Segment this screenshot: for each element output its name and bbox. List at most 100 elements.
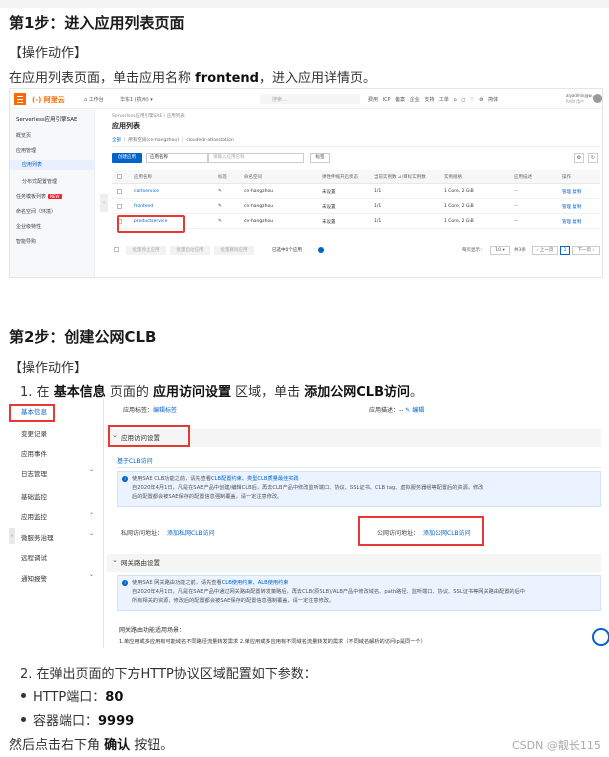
bullet-icon xyxy=(21,717,26,722)
clb-constraints-link[interactable]: CLB配置约束、类型CLB质量最佳实践 xyxy=(211,476,299,482)
scope-filter: 全部 ｜ 所有空间(cn-hangzhou) ｜ cloudedr-atlass… xyxy=(112,137,600,147)
info-icon: i xyxy=(122,476,128,482)
total-count: 共3条 xyxy=(514,248,526,253)
page-number-button[interactable]: 1 xyxy=(560,246,570,255)
add-private-clb-link[interactable]: 添加私网CLB访问 xyxy=(167,530,215,537)
desc-value: -- xyxy=(514,219,518,224)
row-actions[interactable]: 管理 复制 xyxy=(562,219,581,225)
console-topbar: (-) 阿里云 ⌂ 工作台 华东1 (杭州) ▾ 搜索... 费用 ICP 备案… xyxy=(10,89,602,109)
tag-icon[interactable]: ✎ xyxy=(218,189,222,194)
scope-all-link[interactable]: 全部 xyxy=(112,138,121,143)
footer-checkbox[interactable] xyxy=(114,247,119,252)
console-sidebar: Serverless应用引擎SAE 概览页 应用管理 应用列表 分布式配置管理 … xyxy=(10,110,95,277)
notice-line3: 后的配置都会被SAE保存的配置信息强制覆盖，请一定注意修改。 xyxy=(132,494,283,500)
col-desc: 应用描述 xyxy=(514,175,532,180)
floating-help-icon[interactable] xyxy=(592,628,609,646)
batch-start-button[interactable]: 批量启动应用 xyxy=(170,246,210,255)
sidebar-item-app-list[interactable]: 应用列表 xyxy=(10,160,95,170)
app-name-search-input[interactable]: 请输入应用名称 xyxy=(208,153,304,163)
user-info[interactable]: aiyadmin@w... RAM 用户 xyxy=(566,93,595,105)
spec-value: 1 Core, 2 GiB xyxy=(444,189,474,194)
instances-value: 1/1 xyxy=(374,204,382,209)
notice-line3: 所有相关的资源，修改后的配置都会被SAE保存的配置信息强制覆盖，请一定注意修改。 xyxy=(132,598,335,604)
sidebar-item-basic-monitor[interactable]: 基础监控 xyxy=(21,491,47,501)
refresh-icon[interactable]: ↻ xyxy=(588,153,598,163)
detail-sidebar: 基本信息 变更记录 应用事件 日志管理 ⌄ 基础监控 应用监控 ⌄ 微服务治理 … xyxy=(9,398,104,648)
param-container-port: 容器端口：9999 xyxy=(33,714,135,729)
sidebar-item-task-templates[interactable]: 任务模板列表 NEW xyxy=(16,193,62,200)
sidebar-item-remote-debug[interactable]: 远程调试 xyxy=(21,552,47,562)
table-row: cartservice ✎ cn-hangzhou 未设置 1/1 1 Core… xyxy=(112,185,600,199)
chevron-down-icon[interactable]: ⌄ xyxy=(89,509,94,516)
sidebar-item-microservice[interactable]: 微服务治理 xyxy=(21,532,54,542)
row-actions[interactable]: 管理 复制 xyxy=(562,204,581,210)
selected-count: 已选中0个应用 xyxy=(272,248,302,253)
info-icon: i xyxy=(122,580,128,586)
instances-value: 1/1 xyxy=(374,189,382,194)
sidebar-item-distributed-config[interactable]: 分布式配置管理 xyxy=(22,178,57,185)
app-detail-screenshot: 基本信息 变更记录 应用事件 日志管理 ⌄ 基础监控 应用监控 ⌄ 微服务治理 … xyxy=(9,398,609,648)
spec-value: 1 Core, 2 GiB xyxy=(444,204,474,209)
per-page-select[interactable]: 10 ▾ xyxy=(490,246,510,255)
sidebar-item-alerts[interactable]: 通知报警 xyxy=(21,573,47,583)
tag-icon[interactable]: ✎ xyxy=(218,219,222,224)
sidebar-item-namespace[interactable]: 命名空间（环境） xyxy=(16,208,56,215)
notice-line1: 使用SAE 网关路由功能之前，请先查看CLB使用约束、ALB使用约束 xyxy=(132,580,289,586)
col-spec: 实例规格 xyxy=(444,175,462,180)
menu-icon[interactable] xyxy=(14,93,26,105)
gateway-constraints-link[interactable]: CLB使用约束、ALB使用约束 xyxy=(222,580,289,586)
final-instruction: 然后点击右下角 确认 按钮。 xyxy=(9,738,174,753)
chevron-down-icon[interactable]: ⌄ xyxy=(89,466,94,473)
step2-action-label: 【操作动作】 xyxy=(9,361,88,376)
app-name-link[interactable]: frontend xyxy=(134,204,153,209)
settings-icon[interactable]: ⚙ xyxy=(574,153,584,163)
chevron-down-icon[interactable]: ⌄ xyxy=(89,530,94,537)
select-all-checkbox[interactable] xyxy=(117,174,122,179)
expand-arrow-icon[interactable]: › xyxy=(9,528,15,544)
edit-desc-link[interactable]: ✎ 编辑 xyxy=(405,407,424,414)
sidebar-item-log-management[interactable]: 日志管理 xyxy=(21,468,47,478)
row-checkbox[interactable] xyxy=(117,204,122,209)
per-page-label: 每页显示： xyxy=(462,248,485,253)
new-badge: NEW xyxy=(48,194,62,199)
chevron-down-icon[interactable]: ⌄ xyxy=(89,571,94,578)
tag-filter-button[interactable]: 标签 xyxy=(310,153,330,163)
app-list-screenshot: (-) 阿里云 ⌂ 工作台 华东1 (杭州) ▾ 搜索... 费用 ICP 备案… xyxy=(9,88,603,278)
sidebar-item-overview[interactable]: 概览页 xyxy=(16,132,31,139)
sidebar-item-enterprise[interactable]: 企业级特性 xyxy=(16,223,41,230)
help-icon[interactable] xyxy=(318,247,324,253)
top-divider xyxy=(0,0,609,8)
region-selector[interactable]: 华东1 (杭州) ▾ xyxy=(120,96,153,103)
prev-page-button[interactable]: ‹ 上一页 xyxy=(532,246,558,255)
aliyun-logo[interactable]: (-) 阿里云 xyxy=(32,95,65,105)
table-row: frontend ✎ cn-hangzhou 未设置 1/1 1 Core, 2… xyxy=(112,200,600,214)
batch-stop-button[interactable]: 批量停止应用 xyxy=(126,246,166,255)
filter-type-select[interactable]: 应用名称 xyxy=(146,153,208,163)
workspace-link[interactable]: ⌂ 工作台 xyxy=(84,96,104,103)
sidebar-item-guide[interactable]: 智能导购 xyxy=(16,238,36,245)
namespace-value: cn-hangzhou xyxy=(244,219,274,224)
row-actions[interactable]: 管理 复制 xyxy=(562,189,581,195)
topbar-links[interactable]: 费用 ICP 备案 企业 支持 工单 ⌂ ◻ ♡ ⚙ 简体 xyxy=(368,96,498,103)
batch-delete-button[interactable]: 批量删除应用 xyxy=(214,246,254,255)
sidebar-item-app-monitor[interactable]: 应用监控 xyxy=(21,511,47,521)
console-search-input[interactable]: 搜索... xyxy=(260,94,360,104)
param-http-port: HTTP端口：80 xyxy=(33,690,124,705)
next-page-button[interactable]: 下一页 › xyxy=(572,246,600,255)
app-name-link[interactable]: cartservice xyxy=(134,189,159,194)
create-app-button[interactable]: 创建应用 xyxy=(112,153,142,163)
sidebar-collapse-icon[interactable]: ‹ xyxy=(100,194,108,212)
csdn-watermark: CSDN @靓长115 xyxy=(512,739,601,752)
edit-tag-link[interactable]: 编辑标签 xyxy=(153,407,177,414)
step1-instruction: 在应用列表页面，单击应用名称 frontend，进入应用详情页。 xyxy=(9,71,377,86)
row-checkbox[interactable] xyxy=(117,189,122,194)
sidebar-item-change-log[interactable]: 变更记录 xyxy=(21,428,47,438)
avatar[interactable] xyxy=(593,94,602,103)
step2-item2: 2. 在弹出页面的下方HTTP协议区域配置如下参数： xyxy=(20,667,317,682)
step1-heading: 第1步：进入应用列表页面 xyxy=(9,14,185,32)
breadcrumb: Serverless应用引擎SAE / 应用列表 xyxy=(112,114,185,119)
section-gateway-routing[interactable]: 网关路由设置 xyxy=(107,551,601,572)
sidebar-item-app-management[interactable]: 应用管理 xyxy=(16,147,36,154)
tag-icon[interactable]: ✎ xyxy=(218,204,222,209)
sidebar-item-app-events[interactable]: 应用事件 xyxy=(21,448,47,458)
